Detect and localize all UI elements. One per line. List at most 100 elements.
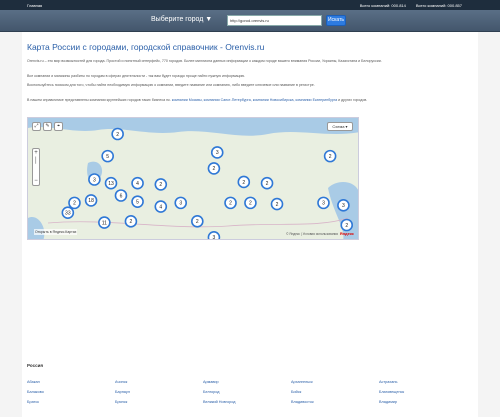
featured-paragraph: В нашем справочнике представлены компани…: [27, 98, 467, 103]
map-cluster-marker[interactable]: 3: [317, 196, 330, 210]
russia-map[interactable]: 2 5 3 2 2 3 13 4 2 2 2 6 5 18 2 33 4 3 2 2 2 3 3 11 2 2 3 2 ⤢ ✎ ⌖ +…: [27, 117, 359, 240]
marker-count: 2: [329, 154, 332, 160]
city-link[interactable]: Благовещенск: [379, 390, 467, 394]
map-cluster-marker[interactable]: 5: [131, 195, 144, 208]
categories-paragraph: Все компании и магазины разбиты по город…: [27, 74, 246, 78]
city-link[interactable]: Барнаул: [115, 390, 203, 394]
map-cluster-marker[interactable]: 6: [114, 189, 128, 202]
map-cluster-marker[interactable]: 33: [61, 206, 75, 220]
map-cluster-marker[interactable]: 2: [323, 149, 337, 163]
stat-cities: Всего компаний: 000.814: [359, 3, 406, 8]
marker-count: 2: [116, 132, 119, 138]
marker-count: 33: [65, 211, 71, 217]
marker-count: 2: [130, 219, 133, 225]
city-link[interactable]: Бийск: [291, 390, 379, 394]
search-input[interactable]: [227, 15, 322, 26]
map-cluster-marker[interactable]: 2: [260, 176, 274, 190]
map-cluster-marker[interactable]: 2: [191, 215, 204, 228]
marker-count: 2: [73, 201, 76, 207]
map-cluster-marker[interactable]: 2: [244, 196, 257, 210]
marker-count: 13: [108, 181, 114, 187]
map-cluster-marker[interactable]: 2: [237, 175, 251, 189]
map-cluster-marker[interactable]: 5: [101, 149, 114, 163]
city-link[interactable]: Белгород: [203, 390, 291, 394]
map-cluster-marker[interactable]: 18: [84, 194, 98, 207]
marker-count: 2: [159, 182, 162, 188]
map-canvas[interactable]: 25322313 4 2 2 2651823343 2 2 2 3 311 2 232: [28, 118, 359, 240]
search-button[interactable]: Искать: [326, 15, 346, 26]
map-cluster-marker[interactable]: 2: [124, 215, 138, 228]
page-title: Карта России с городами, городской справ…: [27, 42, 265, 52]
marker-count: 3: [93, 177, 96, 183]
city-link[interactable]: Владимир: [379, 400, 467, 404]
marker-count: 2: [213, 166, 216, 172]
city-link[interactable]: Брянск: [115, 400, 203, 404]
featured-intro: В нашем справочнике представлены компани…: [27, 98, 171, 102]
map-copyright: © Яндекс | Условия использования: [286, 232, 338, 236]
open-in-yandex-link[interactable]: Открыть в Яндекс.Картах: [34, 229, 78, 235]
map-type-selector[interactable]: Схема ▾: [327, 122, 353, 131]
marker-count: 2: [266, 181, 269, 187]
marker-count: 3: [213, 235, 216, 240]
site-stats: Всего компаний: 000.814 Всего компаний: …: [360, 3, 462, 8]
marker-count: 11: [102, 220, 107, 226]
main-content: Карта России с городами, городской справ…: [22, 32, 478, 417]
map-cluster-marker[interactable]: 2: [224, 196, 237, 210]
map-route-button[interactable]: ⌖: [54, 122, 63, 131]
marker-count: 2: [229, 201, 232, 207]
map-cluster-marker[interactable]: 2: [207, 162, 221, 175]
marker-count: 4: [136, 181, 139, 187]
marker-count: 2: [242, 180, 245, 186]
city-link[interactable]: Архангельск: [291, 380, 379, 384]
city-link[interactable]: Великий Новгород: [203, 400, 291, 404]
marker-count: 5: [106, 154, 109, 160]
featured-city-links[interactable]: компании Москвы, компании Санкт-Петербур…: [172, 98, 337, 102]
map-cluster-marker[interactable]: 4: [154, 200, 168, 213]
city-link[interactable]: Балаково: [27, 390, 115, 394]
city-link[interactable]: Ачинск: [115, 380, 203, 384]
map-cluster-marker[interactable]: 13: [104, 176, 118, 190]
map-ruler-button[interactable]: ✎: [43, 122, 52, 131]
search-bar: Выберите город ▼ Искать: [0, 10, 500, 32]
marker-count: 18: [88, 198, 94, 204]
marker-count: 2: [345, 223, 348, 229]
city-link[interactable]: Братск: [27, 400, 115, 404]
zoom-in-icon[interactable]: +: [33, 149, 39, 157]
home-link[interactable]: Главная: [27, 3, 42, 8]
city-link-list: Абакан Ачинск Армавир Архангельск Астрахань Б…: [27, 380, 467, 404]
map-cluster-marker[interactable]: 3: [88, 173, 101, 186]
marker-count: 3: [179, 201, 182, 207]
marker-count: 3: [216, 150, 219, 156]
stat-companies: Всего компаний: 000.857: [415, 3, 462, 8]
region-heading: Россия: [27, 363, 43, 368]
intro-paragraph: Orenvis.ru – это мир возможностей для го…: [27, 59, 382, 63]
marker-count: 2: [276, 202, 279, 208]
map-cluster-marker[interactable]: 2: [68, 196, 81, 210]
map-cluster-marker[interactable]: 2: [270, 197, 284, 211]
map-cluster-marker[interactable]: 3: [207, 231, 221, 240]
map-fullscreen-button[interactable]: ⤢: [32, 122, 41, 131]
top-bar: Главная Всего компаний: 000.814 Всего ко…: [0, 0, 500, 10]
marker-count: 2: [249, 201, 252, 207]
map-cluster-marker[interactable]: 11: [98, 216, 111, 229]
city-link[interactable]: Астрахань: [379, 380, 467, 384]
map-cluster-marker[interactable]: 3: [174, 196, 188, 210]
marker-count: 3: [342, 203, 345, 209]
zoom-out-icon[interactable]: −: [33, 177, 39, 185]
city-link[interactable]: Армавир: [203, 380, 291, 384]
map-cluster-marker[interactable]: 2: [111, 127, 124, 141]
map-zoom-control[interactable]: + │ −: [32, 148, 40, 186]
map-cluster-marker[interactable]: 3: [337, 199, 350, 212]
marker-count: 4: [159, 204, 162, 210]
map-cluster-marker[interactable]: 2: [340, 218, 354, 232]
featured-tail: и других городов.: [338, 98, 368, 102]
city-link[interactable]: Абакан: [27, 380, 115, 384]
map-cluster-marker[interactable]: 4: [131, 176, 144, 190]
zoom-slider[interactable]: │: [33, 157, 39, 177]
city-select-dropdown[interactable]: Выберите город ▼: [151, 16, 212, 23]
map-cluster-marker[interactable]: 3: [210, 146, 224, 159]
map-cluster-marker[interactable]: 2: [154, 178, 168, 191]
yandex-logo: Яндекс: [339, 231, 354, 236]
search-hint-paragraph: Воспользуйтесь поиском для того, чтобы н…: [27, 83, 315, 87]
city-link[interactable]: Владивосток: [291, 400, 379, 404]
